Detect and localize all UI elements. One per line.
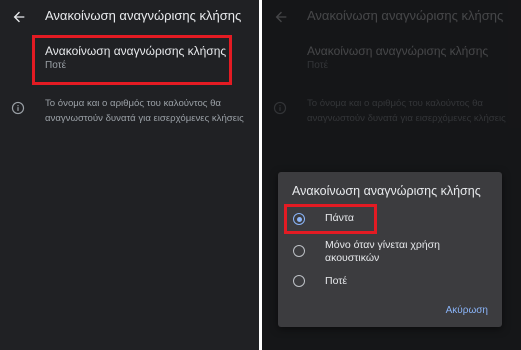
info-text: Το όνομα και ο αριθμός του καλούντος θα … (45, 98, 244, 124)
cancel-button[interactable]: Ακύρωση (446, 305, 488, 316)
caller-id-announcement-dialog: Ανακοίνωση αναγνώρισης κλήσης Πάντα Μόνο… (278, 172, 502, 327)
settings-screen: Ανακοίνωση αναγνώρισης κλήσης Ανακοίνωση… (0, 0, 259, 350)
preference-label: Ανακοίνωση αναγνώρισης κλήσης (45, 44, 227, 58)
caller-id-announcement-preference[interactable]: Ανακοίνωση αναγνώρισης κλήσης Ποτέ (32, 35, 232, 85)
option-label: Πάντα (325, 212, 354, 224)
radio-unchecked-icon[interactable] (293, 275, 305, 287)
option-headphones-only[interactable]: Μόνο όταν γίνεται χρήση ακουστικών (278, 236, 502, 268)
radio-checked-icon[interactable] (293, 213, 305, 225)
preference-value: Ποτέ (45, 60, 67, 71)
settings-screen-with-dialog: Ανακοίνωση αναγνώρισης κλήσης Ανακοίνωση… (262, 0, 521, 350)
option-label: Μόνο όταν γίνεται χρήση ακουστικών (325, 239, 440, 264)
radio-unchecked-icon[interactable] (293, 245, 305, 257)
option-label: Ποτέ (325, 275, 348, 287)
option-always[interactable]: Πάντα (278, 204, 502, 234)
option-never[interactable]: Ποτέ (278, 270, 502, 300)
dialog-title: Ανακοίνωση αναγνώρισης κλήσης (292, 184, 481, 198)
arrow-back-icon[interactable] (11, 9, 27, 25)
page-title: Ανακοίνωση αναγνώρισης κλήσης (45, 8, 242, 23)
info-icon (11, 101, 25, 115)
